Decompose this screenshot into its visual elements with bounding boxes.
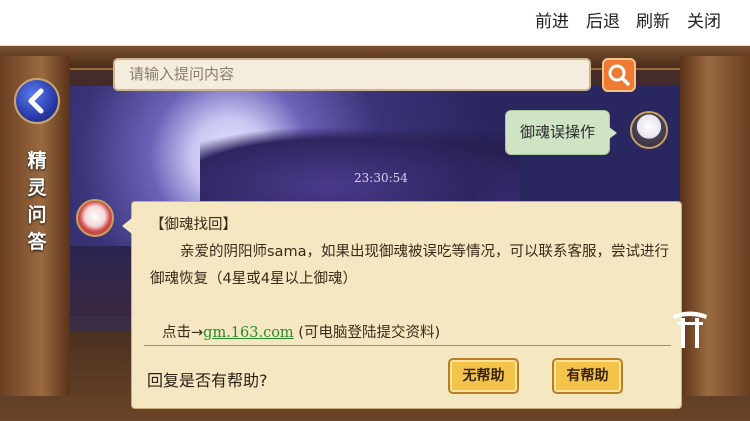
- close-button[interactable]: 关闭: [687, 0, 721, 45]
- search-input[interactable]: 请输入提问内容: [113, 58, 591, 91]
- search-button[interactable]: [602, 58, 636, 92]
- answer-content: 【御魂找回】 亲爱的阴阳师sama，如果出现御魂被误吃等情况，可以联系客服，尝试…: [150, 212, 670, 347]
- user-avatar: [630, 111, 668, 149]
- bot-avatar: [76, 199, 114, 237]
- sidebar-title-char: 精: [27, 150, 47, 172]
- sidebar-title-char: 灵: [27, 177, 47, 199]
- not-helpful-button[interactable]: 无帮助: [448, 358, 519, 394]
- answer-body: 亲爱的阴阳师sama，如果出现御魂被误吃等情况，可以联系客服，尝试进行御魂恢复（…: [150, 244, 669, 287]
- answer-card: 【御魂找回】 亲爱的阴阳师sama，如果出现御魂被误吃等情况，可以联系客服，尝试…: [122, 201, 682, 409]
- browser-topbar: 前进 后退 刷新 关闭: [0, 0, 750, 46]
- answer-title: 【御魂找回】: [150, 217, 237, 233]
- sidebar-title-char: 问: [27, 204, 47, 226]
- back-button[interactable]: [14, 78, 60, 124]
- sidebar-title: 精 灵 问 答: [24, 148, 50, 256]
- forward-button[interactable]: 前进: [535, 0, 569, 45]
- torii-gate-icon: [673, 311, 707, 348]
- back-nav-button[interactable]: 后退: [586, 0, 620, 45]
- user-message-bubble: 御魂误操作: [505, 110, 617, 155]
- refresh-button[interactable]: 刷新: [636, 0, 670, 45]
- feedback-question: 回复是否有帮助?: [147, 371, 268, 390]
- support-link[interactable]: gm.163.com: [203, 325, 294, 341]
- link-suffix: (可电脑登陆提交资料): [293, 325, 441, 341]
- chevron-left-icon: [28, 88, 44, 114]
- link-prefix: 点击→: [162, 325, 204, 341]
- search-icon: [608, 64, 630, 86]
- sidebar-title-char: 答: [27, 231, 47, 253]
- card-divider: [144, 345, 671, 346]
- message-timestamp: 23:30:54: [354, 171, 408, 185]
- answer-link-line: 点击→gm.163.com (可电脑登陆提交资料): [150, 320, 670, 347]
- helpful-button[interactable]: 有帮助: [552, 358, 623, 394]
